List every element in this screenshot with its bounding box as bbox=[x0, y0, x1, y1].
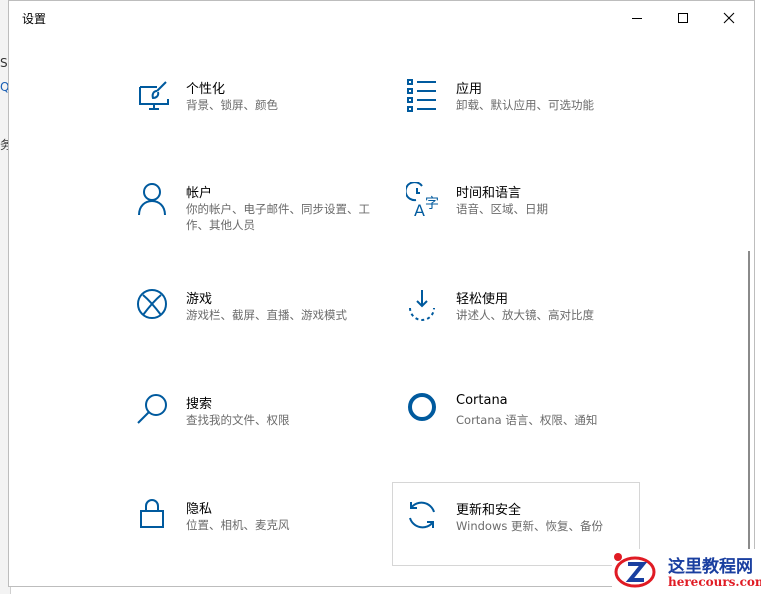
tile-description: 讲述人、放大镜、高对比度 bbox=[456, 308, 594, 322]
maximize-button[interactable] bbox=[660, 1, 706, 35]
tile-label: 轻松使用 bbox=[456, 292, 509, 307]
search-icon bbox=[137, 394, 167, 424]
tile-description: Cortana 语言、权限、通知 bbox=[456, 413, 598, 427]
time-language-icon: A 字 bbox=[406, 182, 439, 218]
tile-privacy[interactable]: 隐私 位置、相机、麦克风 bbox=[136, 498, 384, 582]
svg-text:字: 字 bbox=[425, 196, 439, 212]
tile-time-language[interactable]: A 字 时间和语言 语音、区域、日期 bbox=[406, 182, 654, 266]
tile-label: 更新和安全 bbox=[456, 503, 522, 518]
minimize-icon bbox=[632, 18, 642, 19]
settings-window: 设置 个性化 背景、锁屏、颜色 应用 卸载、默认应用、可选功能 帐户 你的帐户、… bbox=[8, 0, 755, 587]
tile-accounts[interactable]: 帐户 你的帐户、电子邮件、同步设置、工作、其他人员 bbox=[136, 182, 384, 266]
title-bar: 设置 bbox=[9, 1, 754, 35]
tile-description: 卸载、默认应用、可选功能 bbox=[456, 98, 594, 112]
tile-search[interactable]: 搜索 查找我的文件、权限 bbox=[136, 393, 384, 477]
tile-cortana[interactable]: Cortana Cortana 语言、权限、通知 bbox=[406, 393, 654, 477]
personalization-icon bbox=[139, 81, 169, 110]
tile-personalization[interactable]: 个性化 背景、锁屏、颜色 bbox=[136, 78, 384, 162]
ease-of-access-icon bbox=[409, 290, 435, 321]
tile-label: 个性化 bbox=[186, 82, 226, 97]
xbox-icon bbox=[137, 289, 167, 319]
watermark-url: herecours.com bbox=[668, 575, 761, 589]
account-icon bbox=[138, 183, 166, 216]
tile-label: 时间和语言 bbox=[456, 186, 522, 201]
scrollbar[interactable] bbox=[748, 251, 750, 581]
window-title: 设置 bbox=[22, 12, 47, 26]
tile-label: 帐户 bbox=[186, 186, 213, 201]
tile-gaming[interactable]: 游戏 游戏栏、截屏、直播、游戏模式 bbox=[136, 288, 384, 372]
tile-description: 位置、相机、麦克风 bbox=[186, 518, 290, 532]
lock-icon bbox=[140, 499, 164, 528]
maximize-icon bbox=[678, 13, 688, 23]
tile-label: 搜索 bbox=[186, 397, 213, 412]
watermark: 这里教程网 herecours.com bbox=[612, 549, 761, 594]
tile-description: 查找我的文件、权限 bbox=[186, 413, 290, 427]
tile-apps[interactable]: 应用 卸载、默认应用、可选功能 bbox=[406, 78, 654, 162]
tile-ease-of-access[interactable]: 轻松使用 讲述人、放大镜、高对比度 bbox=[406, 288, 654, 372]
tile-label: 隐私 bbox=[186, 502, 213, 517]
close-icon bbox=[723, 12, 735, 24]
tile-description: 背景、锁屏、颜色 bbox=[186, 98, 278, 112]
tile-label: Cortana bbox=[456, 393, 508, 408]
sync-icon bbox=[409, 501, 435, 529]
svg-text:A: A bbox=[414, 201, 425, 218]
tile-description: Windows 更新、恢复、备份 bbox=[456, 519, 603, 533]
tile-label: 应用 bbox=[456, 82, 483, 97]
tile-description: 你的帐户、电子邮件、同步设置、工作、其他人员 bbox=[186, 202, 370, 232]
tile-description: 游戏栏、截屏、直播、游戏模式 bbox=[186, 308, 347, 322]
close-button[interactable] bbox=[706, 1, 752, 35]
watermark-title: 这里教程网 bbox=[668, 557, 753, 577]
tile-update-security[interactable]: 更新和安全 Windows 更新、恢复、备份 bbox=[392, 482, 640, 566]
tile-label: 游戏 bbox=[186, 292, 213, 307]
watermark-logo-icon bbox=[614, 553, 656, 588]
tile-description: 语音、区域、日期 bbox=[456, 202, 548, 216]
apps-icon bbox=[407, 79, 436, 112]
background-text: S bbox=[0, 56, 8, 70]
minimize-button[interactable] bbox=[614, 1, 660, 35]
cortana-icon bbox=[408, 393, 436, 421]
